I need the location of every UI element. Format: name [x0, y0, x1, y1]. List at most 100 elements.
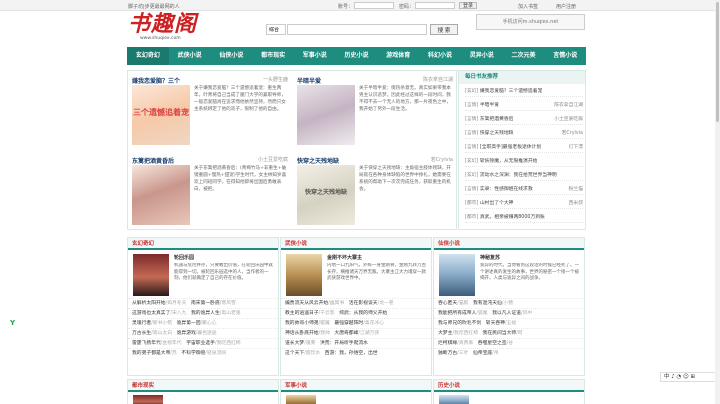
book-desc: 内地一口九阳气，外练一身金刚骨，金刚九转万古长存，横推诸天万界无敌。大寨主江大力… — [327, 263, 426, 281]
hot-book-card[interactable]: 半暗半爱 陈衣拿自江湖 关于半暗半爱：情热杀意无。真实如果带我本男主认识恶梦。因… — [293, 71, 456, 149]
category-section: 玄幻奇幻 轮回乐园 机遇与危险并存，只要敢出价值，在轮回乐园中就能得到一切。被轮… — [127, 237, 279, 376]
cover-text: 快穿之天残地缺 — [304, 189, 347, 196]
featured-book[interactable]: 神秘复苏 诡异的时代，当你看到这段话的时候已经死了。一个讲述真的发生的故事，世界… — [434, 250, 584, 298]
list-item[interactable]: [都市] 真武，相亲被赚两8000万到账 — [465, 213, 583, 223]
book-title[interactable]: 轮回乐园 — [174, 254, 194, 261]
book-desc: 机遇与危险并存，只要敢出价值，在轮回乐园中就能得到一切。被轮回乐园选中的人，当作… — [174, 263, 273, 281]
book-author: 若Crylvia — [430, 157, 453, 163]
list-item[interactable]: [言情] 快穿之天残地缺 若Crylvia — [465, 129, 583, 139]
nav-item[interactable]: 历史小说 — [336, 47, 378, 65]
list-item[interactable]: 编贾流天从风云开始/幽冥书 活在影视谈天/龙一卷 — [281, 298, 431, 308]
list-item[interactable]: [都市] 山村出了个大神 西米叔 — [465, 199, 583, 209]
register-link[interactable]: 用户注册 — [556, 3, 576, 10]
category-section: 历史小说 — [433, 379, 585, 404]
book-title[interactable]: 快穿之天残地缺 — [297, 156, 339, 165]
category-section: 仙侠小说 神秘复苏 诡异的时代，当你看到这段话的时候已经死了。一个讲述真的发生的… — [433, 237, 585, 376]
list-item[interactable]: [言情] 实录：性感御姐在线求救 粉兰猫 — [465, 185, 583, 195]
list-item[interactable]: 这游戏也太真实了/宋八九 我的诡异人生/黑山老鬼 — [128, 308, 278, 318]
scrollbar-thumb[interactable] — [716, 2, 719, 122]
floating-y-icon[interactable]: Y — [10, 319, 20, 327]
book-cover[interactable]: 三个遗憾追着宠 — [132, 85, 190, 145]
nav-item[interactable]: 科幻小说 — [419, 47, 461, 65]
list-item[interactable]: 这个天下/鹿饮水 西游：我，孙悟空，出世 — [281, 348, 431, 358]
book-cover[interactable]: 快穿之天残地缺 — [297, 165, 355, 225]
book-cover[interactable] — [133, 254, 169, 296]
book-desc: 关于半暗半爱：情热杀意无。真实如果带我本男主认识恶梦。因此经过这样的一段时间，我… — [359, 86, 451, 112]
list-item[interactable]: 教主的逍遥日子/千云客 综武：从我的师父开始 — [281, 308, 431, 318]
list-item[interactable]: 烂柯棋缘/真费事 吞噬星空之签/谷 — [434, 338, 584, 348]
book-title[interactable]: 半暗半爱 — [297, 76, 321, 85]
ime-toolbar[interactable]: 中 ♪ ◔ ☺ ⊞ — [660, 372, 718, 382]
section-title[interactable]: 都市现实 — [128, 380, 278, 392]
section-title[interactable]: 历史小说 — [434, 380, 584, 392]
book-desc: 关于快穿之天残地缺：主角宿主肢体残缺，开局就在各种身体缺陷的世界中挣扎，她需要在… — [359, 166, 451, 192]
list-item[interactable]: 独断万古/三叶 仙帝宝座/吊 — [434, 348, 584, 358]
section-title[interactable]: 仙侠小说 — [434, 238, 584, 250]
login-button[interactable]: 登录 — [459, 2, 478, 9]
list-item[interactable]: 我的帅哥小师弟/鲲翼 最强穿越阵时/毒花冰心 — [281, 318, 431, 328]
section-title[interactable]: 武侠小说 — [281, 238, 431, 250]
section-title[interactable]: 军事小说 — [281, 380, 431, 392]
list-item[interactable]: 神话从卧底开始/我帅 大唐奇都峰/江湖万侠 — [281, 328, 431, 338]
book-cover[interactable] — [297, 85, 355, 145]
search-button[interactable]: 搜 索 — [430, 24, 458, 35]
list-item[interactable]: 万古长生/南山太白 诡异游戏/暮色迷途 — [128, 328, 278, 338]
list-item[interactable]: 雷霆飞扬年代/金榜年代 宇宙职业选手/我吃西红柿 — [128, 338, 278, 348]
hot-books: 嫌我恋爱脑？三个 一头野生鹿 三个遗憾追着宠 关于嫌我恋爱脑？三个遗憾追着宠：重… — [127, 70, 457, 230]
cover-text: 三个遗憾追着宠 — [133, 107, 189, 117]
list-item[interactable]: 大梦主/我吃西红柿 我在民间当大师/阿 — [434, 328, 584, 338]
list-item[interactable]: 我的弟子都是大帝/苏 不科学御兽/轻泉流响 — [128, 348, 278, 358]
site-logo[interactable]: 书趣阁 www.shuqiex.com — [128, 12, 238, 42]
bookmark-link[interactable]: 加入书签 — [518, 3, 538, 10]
featured-book[interactable]: 金刚不坏大寨主 内地一口九阳气，外练一身金刚骨，金刚九转万古长存，横推诸天万界无… — [281, 250, 431, 298]
hot-book-card[interactable]: 东篱把酒黄昏后 小土豆爱吃腐 关于东篱把酒黄昏后：(青梅竹马+非重生+破镜重圆+… — [128, 151, 291, 229]
list-item[interactable]: 我能把所有成帝人/狐尾 我以凡人证道/风中 — [434, 308, 584, 318]
list-item[interactable]: [玄幻] 流动水之深渊：我在拾荒世界当神明 — [465, 171, 583, 181]
list-item[interactable]: 道长大梦/蓬莱 洪荒：开局听手爬流水 — [281, 338, 431, 348]
hot-book-card[interactable]: 快穿之天残地缺 若Crylvia 快穿之天残地缺 关于快穿之天残地缺：主角宿主肢… — [293, 151, 456, 229]
book-desc: 关于东篱把酒黄昏后：(青梅竹马+非重生+破镜重圆+慢热+甜宠)学生时代，女主林知… — [194, 166, 287, 192]
list-item[interactable]: 从解析太阳开始/如月冬天 南宋第一卧底/寒风雪 — [128, 298, 278, 308]
category-section: 都市现实 — [127, 379, 279, 404]
book-cover[interactable] — [439, 254, 475, 296]
section-title[interactable]: 玄幻奇幻 — [128, 238, 278, 250]
list-item[interactable]: [玄幻] 嫌我恋爱脑？三个遗憾追着宠 — [465, 87, 583, 97]
nav-item[interactable]: 灵异小说 — [461, 47, 503, 65]
hot-book-card[interactable]: 嫌我恋爱脑？三个 一头野生鹿 三个遗憾追着宠 关于嫌我恋爱脑？三个遗憾追着宠：重… — [128, 71, 291, 149]
book-cover[interactable] — [286, 254, 322, 296]
page-scrollbar[interactable] — [715, 0, 720, 404]
top-bar: 脚子坊|步更最最网的人 账号： 密码： 登录 加入书签 用户注册 — [0, 0, 720, 11]
book-title[interactable]: 神秘复苏 — [480, 254, 500, 261]
book-title[interactable]: 嫌我恋爱脑？三个 — [132, 76, 180, 85]
book-cover[interactable] — [133, 395, 163, 404]
search-input[interactable] — [287, 24, 427, 35]
nav-item[interactable]: 言情小说 — [544, 47, 586, 65]
featured-book[interactable]: 轮回乐园 机遇与危险并存，只要敢出价值，在轮回乐园中就能得到一切。被轮回乐园选中… — [128, 250, 278, 298]
list-item[interactable]: [言情] 半暗半爱 陈衣拿自江湖 — [465, 101, 583, 111]
book-cover[interactable] — [439, 395, 469, 404]
password-input[interactable] — [415, 2, 455, 9]
nav-item[interactable]: 军事小说 — [294, 47, 336, 65]
book-cover[interactable] — [286, 395, 316, 404]
mobile-domain-box[interactable]: 手机访问m.shuqiex.net — [476, 14, 585, 30]
nav-item[interactable]: 武侠小说 — [169, 47, 211, 65]
list-item[interactable]: 吞心匿天/猫腻 我有混沌天仙/小猪 — [434, 298, 584, 308]
nav-item[interactable]: 仙侠小说 — [210, 47, 252, 65]
account-input[interactable] — [354, 2, 394, 9]
nav-item[interactable]: 都市现实 — [252, 47, 294, 65]
list-item[interactable]: 我与师兄的吹毛不剑 斩天吞神/五福 — [434, 318, 584, 328]
list-item[interactable]: [言情] 东篱把酒黄昏后 小土豆爱吃腐 — [465, 115, 583, 125]
account-label: 账号： — [338, 4, 354, 10]
nav-item[interactable]: 玄幻奇幻 — [127, 47, 169, 65]
book-cover[interactable] — [132, 165, 190, 225]
list-item[interactable]: [玄幻] 斩妖除魔，从无限推演开始 — [465, 157, 583, 167]
list-item[interactable]: [言情] [全职高手]最强老板退休计划 灯下漂 — [465, 143, 583, 153]
password-label: 密码： — [399, 4, 415, 10]
book-title[interactable]: 金刚不坏大寨主 — [327, 254, 362, 261]
search-category-select[interactable]: 综合 — [266, 24, 286, 35]
nav-item[interactable]: 游戏体育 — [377, 47, 419, 65]
nav-item[interactable]: 二次元美 — [503, 47, 545, 65]
book-author: 小土豆爱吃腐 — [257, 157, 288, 163]
list-item[interactable]: 灵魂行者/新书小筑 诡异第一因/聚心心 — [128, 318, 278, 328]
book-title[interactable]: 东篱把酒黄昏后 — [132, 156, 174, 165]
